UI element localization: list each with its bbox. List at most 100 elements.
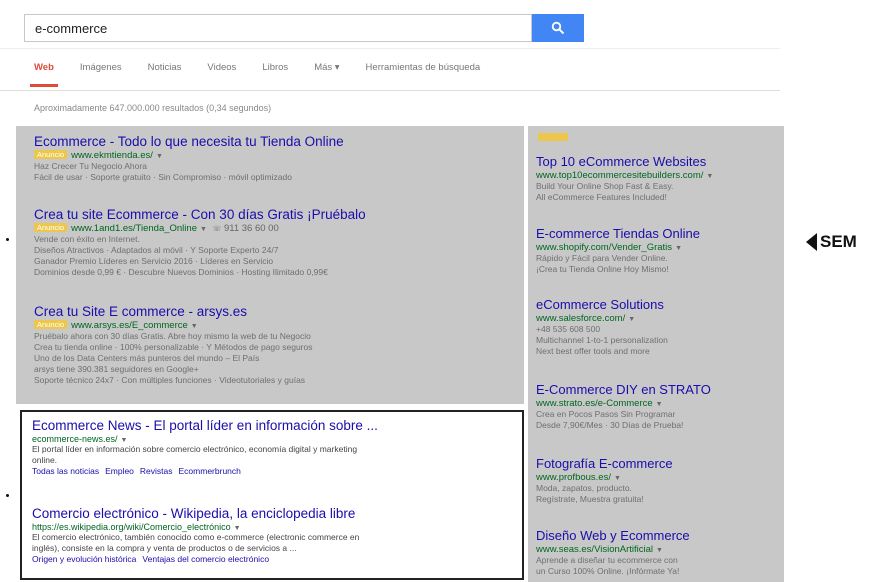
- ad-badge: Anuncio: [34, 320, 68, 329]
- search-tabs: Web Imágenes Noticias Videos Libros Más …: [30, 62, 506, 87]
- side-ad-description: Build Your Online Shop Fast & Easy.: [536, 181, 674, 191]
- side-ad-description: Regístrate, Muestra gratuita!: [536, 494, 644, 504]
- search-icon: [551, 21, 565, 35]
- tab-books[interactable]: Libros: [262, 62, 288, 73]
- ad-description: Fácil de usar · Soporte gratuito · Sin C…: [34, 172, 292, 182]
- ad-url: www.arsys.es/E_commerce: [71, 320, 188, 331]
- caret-down-icon[interactable]: ▼: [156, 153, 163, 160]
- result-stats: Aproximadamente 647.000.000 resultados (…: [34, 103, 272, 113]
- side-ad-title-link[interactable]: Top 10 eCommerce Websites: [536, 154, 713, 169]
- side-ad-description: Rápido y Fácil para Vender Online.: [536, 253, 668, 263]
- sitelink[interactable]: Todas las noticias: [32, 466, 99, 476]
- ad-description: Vende con éxito en Internet.: [34, 234, 140, 244]
- ad-badge: Anuncio: [34, 223, 68, 232]
- ad-sitelinks[interactable]: Dominios desde 0,99 € · Descubre Nuevos …: [34, 267, 366, 278]
- caret-down-icon[interactable]: ▼: [675, 245, 682, 252]
- side-ad-description: All eCommerce Features Included!: [536, 192, 667, 202]
- sitelink[interactable]: Empleo: [105, 466, 134, 476]
- organic-result: Comercio electrónico - Wikipedia, la enc…: [32, 506, 359, 565]
- side-ad-title-link[interactable]: eCommerce Solutions: [536, 297, 668, 312]
- result-snippet: El comercio electrónico, también conocid…: [32, 532, 360, 542]
- side-ad-description: ¡Crea tu Tienda Online Hoy Mismo!: [536, 264, 669, 274]
- result-snippet: inglés), consiste en la compra y venta d…: [32, 543, 297, 553]
- caret-down-icon[interactable]: ▼: [200, 226, 207, 233]
- ad-url: www.ekmtienda.es/: [71, 150, 153, 161]
- side-ad: Top 10 eCommerce Websites www.top10ecomm…: [536, 154, 713, 203]
- ad-title-link[interactable]: Crea tu site Ecommerce - Con 30 días Gra…: [34, 207, 366, 222]
- side-ad: Fotografía E-commerce www.profbous.es/▼ …: [536, 456, 673, 505]
- side-ad-title-link[interactable]: Diseño Web y Ecommerce: [536, 528, 690, 543]
- side-ad-description: +48 535 608 500: [536, 324, 601, 334]
- ad-result: Crea tu site Ecommerce - Con 30 días Gra…: [34, 207, 366, 278]
- ad-description: Haz Crecer Tu Negocio Ahora: [34, 161, 147, 171]
- arrow-left-icon: [806, 233, 817, 251]
- side-ad: eCommerce Solutions www.salesforce.com/▼…: [536, 297, 668, 357]
- result-url: ecommerce-news.es/▼: [32, 434, 128, 444]
- caret-down-icon[interactable]: ▼: [656, 547, 663, 554]
- ad-title-link[interactable]: Ecommerce - Todo lo que necesita tu Tien…: [34, 134, 344, 149]
- side-ad-url: www.top10ecommercesitebuilders.com/▼: [536, 170, 714, 181]
- result-title-link[interactable]: Ecommerce News - El portal líder en info…: [32, 418, 378, 433]
- side-ad-description: Multichannel 1-to-1 personalization: [536, 335, 668, 345]
- side-ad-description: Moda, zapatos, producto.: [536, 483, 632, 493]
- ad-phone: 911 36 60 00: [223, 223, 279, 234]
- phone-icon: ☏: [212, 226, 222, 233]
- side-ad-url: www.salesforce.com/▼: [536, 313, 636, 324]
- tab-videos[interactable]: Videos: [207, 62, 236, 73]
- ad-sitelinks[interactable]: Soporte técnico 24x7 · Con múltiples fun…: [34, 375, 312, 386]
- side-ad: E-Commerce DIY en STRATO www.strato.es/e…: [536, 382, 711, 431]
- caret-down-icon[interactable]: ▼: [614, 475, 621, 482]
- caret-down-icon[interactable]: ▼: [121, 437, 128, 444]
- header-divider: [0, 48, 780, 49]
- ad-description: arsys tiene 390.381 seguidores en Google…: [34, 364, 199, 374]
- tab-images[interactable]: Imágenes: [80, 62, 122, 73]
- side-ad-description: Aprende a diseñar tu ecommerce con: [536, 555, 678, 565]
- caret-down-icon[interactable]: ▼: [191, 323, 198, 330]
- organic-result: Ecommerce News - El portal líder en info…: [32, 418, 378, 477]
- tab-web[interactable]: Web: [30, 62, 58, 87]
- sitelink[interactable]: Revistas: [140, 466, 173, 476]
- side-ad-description: Crea en Pocos Pasos Sin Programar: [536, 409, 676, 419]
- sem-label-text: SEM: [820, 232, 857, 251]
- ad-title-link[interactable]: Crea tu Site E commerce - arsys.es: [34, 304, 312, 319]
- ad-result: Ecommerce - Todo lo que necesita tu Tien…: [34, 134, 344, 183]
- search-button[interactable]: [532, 14, 584, 42]
- result-sitelinks: Origen y evolución histórica Ventajas del…: [32, 554, 359, 565]
- ad-url-line: Anuncio www.arsys.es/E_commerce ▼: [34, 320, 312, 331]
- ad-result: Crea tu Site E commerce - arsys.es Anunc…: [34, 304, 312, 386]
- caret-down-icon[interactable]: ▼: [234, 525, 241, 532]
- ad-description: Crea tu tienda online · 100% personaliza…: [34, 342, 313, 352]
- marker-dot: [6, 238, 9, 241]
- caret-down-icon[interactable]: ▼: [706, 173, 713, 180]
- ad-description: Diseños Atractivos · Adaptados al móvil …: [34, 245, 279, 255]
- side-ad: E-commerce Tiendas Online www.shopify.co…: [536, 226, 700, 275]
- side-ad-url: www.seas.es/VisionArtificial ▼: [536, 544, 663, 555]
- side-ad-title-link[interactable]: Fotografía E-commerce: [536, 456, 673, 471]
- caret-down-icon[interactable]: ▼: [656, 401, 663, 408]
- search-input[interactable]: [25, 15, 531, 41]
- sitelink[interactable]: Origen y evolución histórica: [32, 554, 136, 564]
- result-snippet: online.: [32, 455, 58, 465]
- ad-description: Pruébalo ahora con 30 días Gratis. Abre …: [34, 331, 311, 341]
- ad-url-line: Anuncio www.1and1.es/Tienda_Online ▼ ☏ 911…: [34, 223, 366, 234]
- tab-more[interactable]: Más ▾: [314, 62, 339, 73]
- sitelink[interactable]: Ecommerbrunch: [179, 466, 241, 476]
- side-ad-title-link[interactable]: E-commerce Tiendas Online: [536, 226, 700, 241]
- tabs-divider: [0, 90, 780, 91]
- sitelink[interactable]: Ventajas del comercio electrónico: [142, 554, 269, 564]
- result-title-link[interactable]: Comercio electrónico - Wikipedia, la enc…: [32, 506, 359, 521]
- side-ad-url: www.shopify.com/Vender_Gratis ▼: [536, 242, 682, 253]
- ad-description: Ganador Premio Líderes en Servicio 2016 …: [34, 256, 274, 266]
- search-box[interactable]: [24, 14, 532, 42]
- result-snippet: El portal líder en información sobre com…: [32, 444, 358, 454]
- tab-search-tools[interactable]: Herramientas de búsqueda: [366, 62, 481, 73]
- side-ad-description: Next best offer tools and more: [536, 346, 650, 356]
- side-ad-url: www.strato.es/e-Commerce ▼: [536, 398, 663, 409]
- result-url: https://es.wikipedia.org/wiki/Comercio_e…: [32, 522, 241, 532]
- caret-down-icon[interactable]: ▼: [628, 316, 635, 323]
- result-sitelinks: Todas las noticias Empleo Revistas Ecommerb…: [32, 466, 378, 477]
- side-ad-url: www.profbous.es/▼: [536, 472, 621, 483]
- tab-news[interactable]: Noticias: [148, 62, 182, 73]
- ad-badge: Anuncio: [34, 150, 68, 159]
- side-ad-title-link[interactable]: E-Commerce DIY en STRATO: [536, 382, 711, 397]
